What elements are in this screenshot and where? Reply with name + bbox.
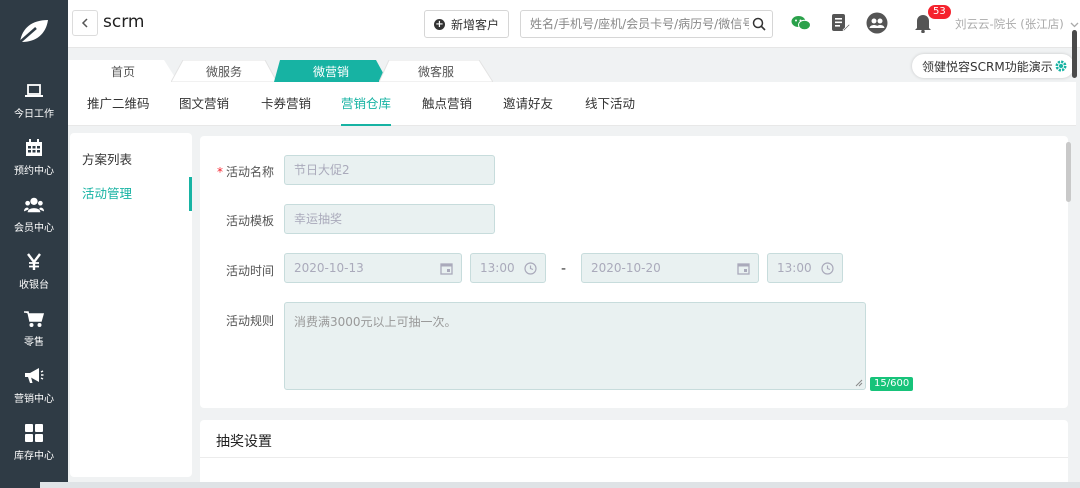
sidebar-item-today-work[interactable]: 今日工作 — [0, 72, 68, 129]
start-date-field[interactable]: 2020-10-13 — [284, 253, 462, 283]
tab-label: 首页 — [110, 64, 135, 79]
tab-bar: 首页 微服务 微营销 微客服 领健悦容SCRM功能演示 — [68, 48, 1080, 82]
search-box — [520, 10, 773, 38]
tab-home[interactable]: 首页 — [68, 60, 178, 82]
customer-service-icon[interactable] — [866, 12, 888, 34]
tab-micro-marketing[interactable]: 微营销 — [274, 60, 388, 82]
laptop-icon — [24, 81, 44, 101]
search-icon[interactable] — [752, 17, 766, 31]
clock-icon — [524, 262, 537, 275]
end-date-field[interactable]: 2020-10-20 — [581, 253, 759, 283]
lottery-settings-card: 抽奖设置 — [200, 420, 1068, 488]
tab-label: 微营销 — [312, 64, 349, 79]
sidebar-item-inventory[interactable]: 库存中心 — [0, 414, 68, 471]
sidebar-item-label: 预约中心 — [14, 166, 54, 177]
sidebar-item-cashier[interactable]: 收银台 — [0, 243, 68, 300]
activity-template-field[interactable]: 幸运抽奖 — [284, 204, 495, 234]
subnav-invite-friends[interactable]: 邀请好友 — [503, 82, 553, 126]
search-input[interactable] — [521, 11, 749, 37]
end-date-value: 2020-10-20 — [591, 261, 661, 275]
start-time-value: 13:00 — [480, 261, 515, 275]
document-edit-icon[interactable] — [829, 12, 851, 34]
calendar-icon — [440, 263, 453, 275]
top-header: scrm + 新增客户 53 刘云云-院长 (张江店) — [68, 0, 1080, 48]
activity-time-label: 活动时间 — [225, 264, 274, 278]
grid-icon — [24, 423, 44, 443]
activity-name-field[interactable]: 节日大促2 — [284, 155, 495, 185]
divider — [200, 457, 1068, 458]
character-counter: 15/600 — [870, 377, 914, 391]
tab-label: 微服务 — [205, 64, 242, 79]
activity-template-label: 活动模板 — [225, 214, 274, 228]
warehouse-side-menu: 方案列表 活动管理 — [70, 133, 192, 477]
start-date-value: 2020-10-13 — [294, 261, 364, 275]
subnav-offline-events[interactable]: 线下活动 — [585, 82, 635, 126]
chevron-left-icon — [81, 18, 88, 28]
subnav-promo-qrcode[interactable]: 推广二维码 — [87, 82, 150, 126]
members-icon — [24, 195, 44, 215]
chevron-down-icon — [1070, 22, 1079, 28]
sidebar-item-label: 库存中心 — [14, 451, 54, 462]
yen-icon — [24, 252, 44, 272]
subnav-coupon-marketing[interactable]: 卡券营销 — [261, 82, 311, 126]
scrm-demo-button[interactable]: 领健悦容SCRM功能演示 — [912, 54, 1074, 78]
add-customer-label: 新增客户 — [450, 17, 499, 32]
subnav-marketing-warehouse[interactable]: 营销仓库 — [341, 82, 392, 126]
page-scrollbar[interactable] — [1072, 30, 1077, 78]
wechat-icon[interactable] — [790, 12, 812, 34]
end-time-value: 13:00 — [777, 261, 812, 275]
plus-circle-icon: + — [433, 18, 445, 30]
app-logo[interactable] — [0, 0, 68, 62]
calendar-icon — [24, 138, 44, 158]
clock-icon — [821, 262, 834, 275]
activity-form-card: * 活动名称 节日大促2 活动模板 幸运抽奖 活动时间 2020-10-13 13… — [200, 136, 1068, 408]
date-range-separator: - — [561, 261, 567, 277]
sidebar-item-label: 零售 — [24, 337, 44, 348]
page-title: scrm — [103, 12, 145, 32]
notification-badge: 53 — [928, 5, 951, 19]
subnav-touchpoint-marketing[interactable]: 触点营销 — [422, 82, 472, 126]
sidebar-item-marketing[interactable]: 营销中心 — [0, 357, 68, 414]
sidebar-item-appointment[interactable]: 预约中心 — [0, 129, 68, 186]
required-asterisk: * — [216, 165, 223, 179]
sidebar-item-label: 营销中心 — [14, 394, 54, 405]
resize-grip-icon[interactable] — [855, 379, 863, 387]
user-menu[interactable]: 刘云云-院长 (张江店) — [955, 16, 1079, 32]
add-customer-button[interactable]: + 新增客户 — [424, 10, 509, 38]
back-button[interactable] — [72, 10, 98, 36]
tab-micro-customer-service[interactable]: 微客服 — [379, 60, 493, 82]
calendar-icon — [737, 263, 750, 275]
content-scrollbar[interactable] — [1066, 142, 1071, 202]
gear-icon — [1055, 60, 1067, 72]
subnav-graphic-marketing[interactable]: 图文营销 — [179, 82, 229, 126]
activity-rules-value: 消费满3000元以上可抽一次。 — [294, 315, 457, 329]
user-name-label: 刘云云-院长 (张江店) — [955, 17, 1064, 31]
start-time-field[interactable]: 13:00 — [470, 253, 546, 283]
cart-icon — [24, 309, 44, 329]
activity-rules-textarea[interactable]: 消费满3000元以上可抽一次。 — [284, 302, 866, 390]
sidebar-item-members[interactable]: 会员中心 — [0, 186, 68, 243]
sidebar-item-label: 会员中心 — [14, 223, 54, 234]
tab-micro-service[interactable]: 微服务 — [171, 60, 277, 82]
demo-label: 领健悦容SCRM功能演示 — [922, 59, 1053, 74]
left-sidebar: 今日工作 预约中心 会员中心 收银台 零售 营销中心 库存中心 — [0, 0, 68, 488]
sidebar-item-label: 今日工作 — [14, 109, 54, 120]
bottom-scrollbar-track — [40, 482, 1080, 488]
menu-item-activity-management[interactable]: 活动管理 — [70, 177, 192, 211]
sidebar-item-retail[interactable]: 零售 — [0, 300, 68, 357]
sidebar-item-label: 收银台 — [19, 280, 49, 291]
activity-rules-label: 活动规则 — [225, 314, 274, 328]
marketing-subnav: 推广二维码 图文营销 卡券营销 营销仓库 触点营销 邀请好友 线下活动 — [68, 82, 1076, 126]
end-time-field[interactable]: 13:00 — [767, 253, 843, 283]
tab-label: 微客服 — [417, 64, 454, 79]
menu-item-plan-list[interactable]: 方案列表 — [70, 143, 192, 177]
megaphone-icon — [24, 366, 44, 386]
section-title: 抽奖设置 — [216, 434, 272, 450]
leaf-logo-icon — [19, 20, 48, 43]
activity-name-label: * 活动名称 — [216, 165, 274, 179]
